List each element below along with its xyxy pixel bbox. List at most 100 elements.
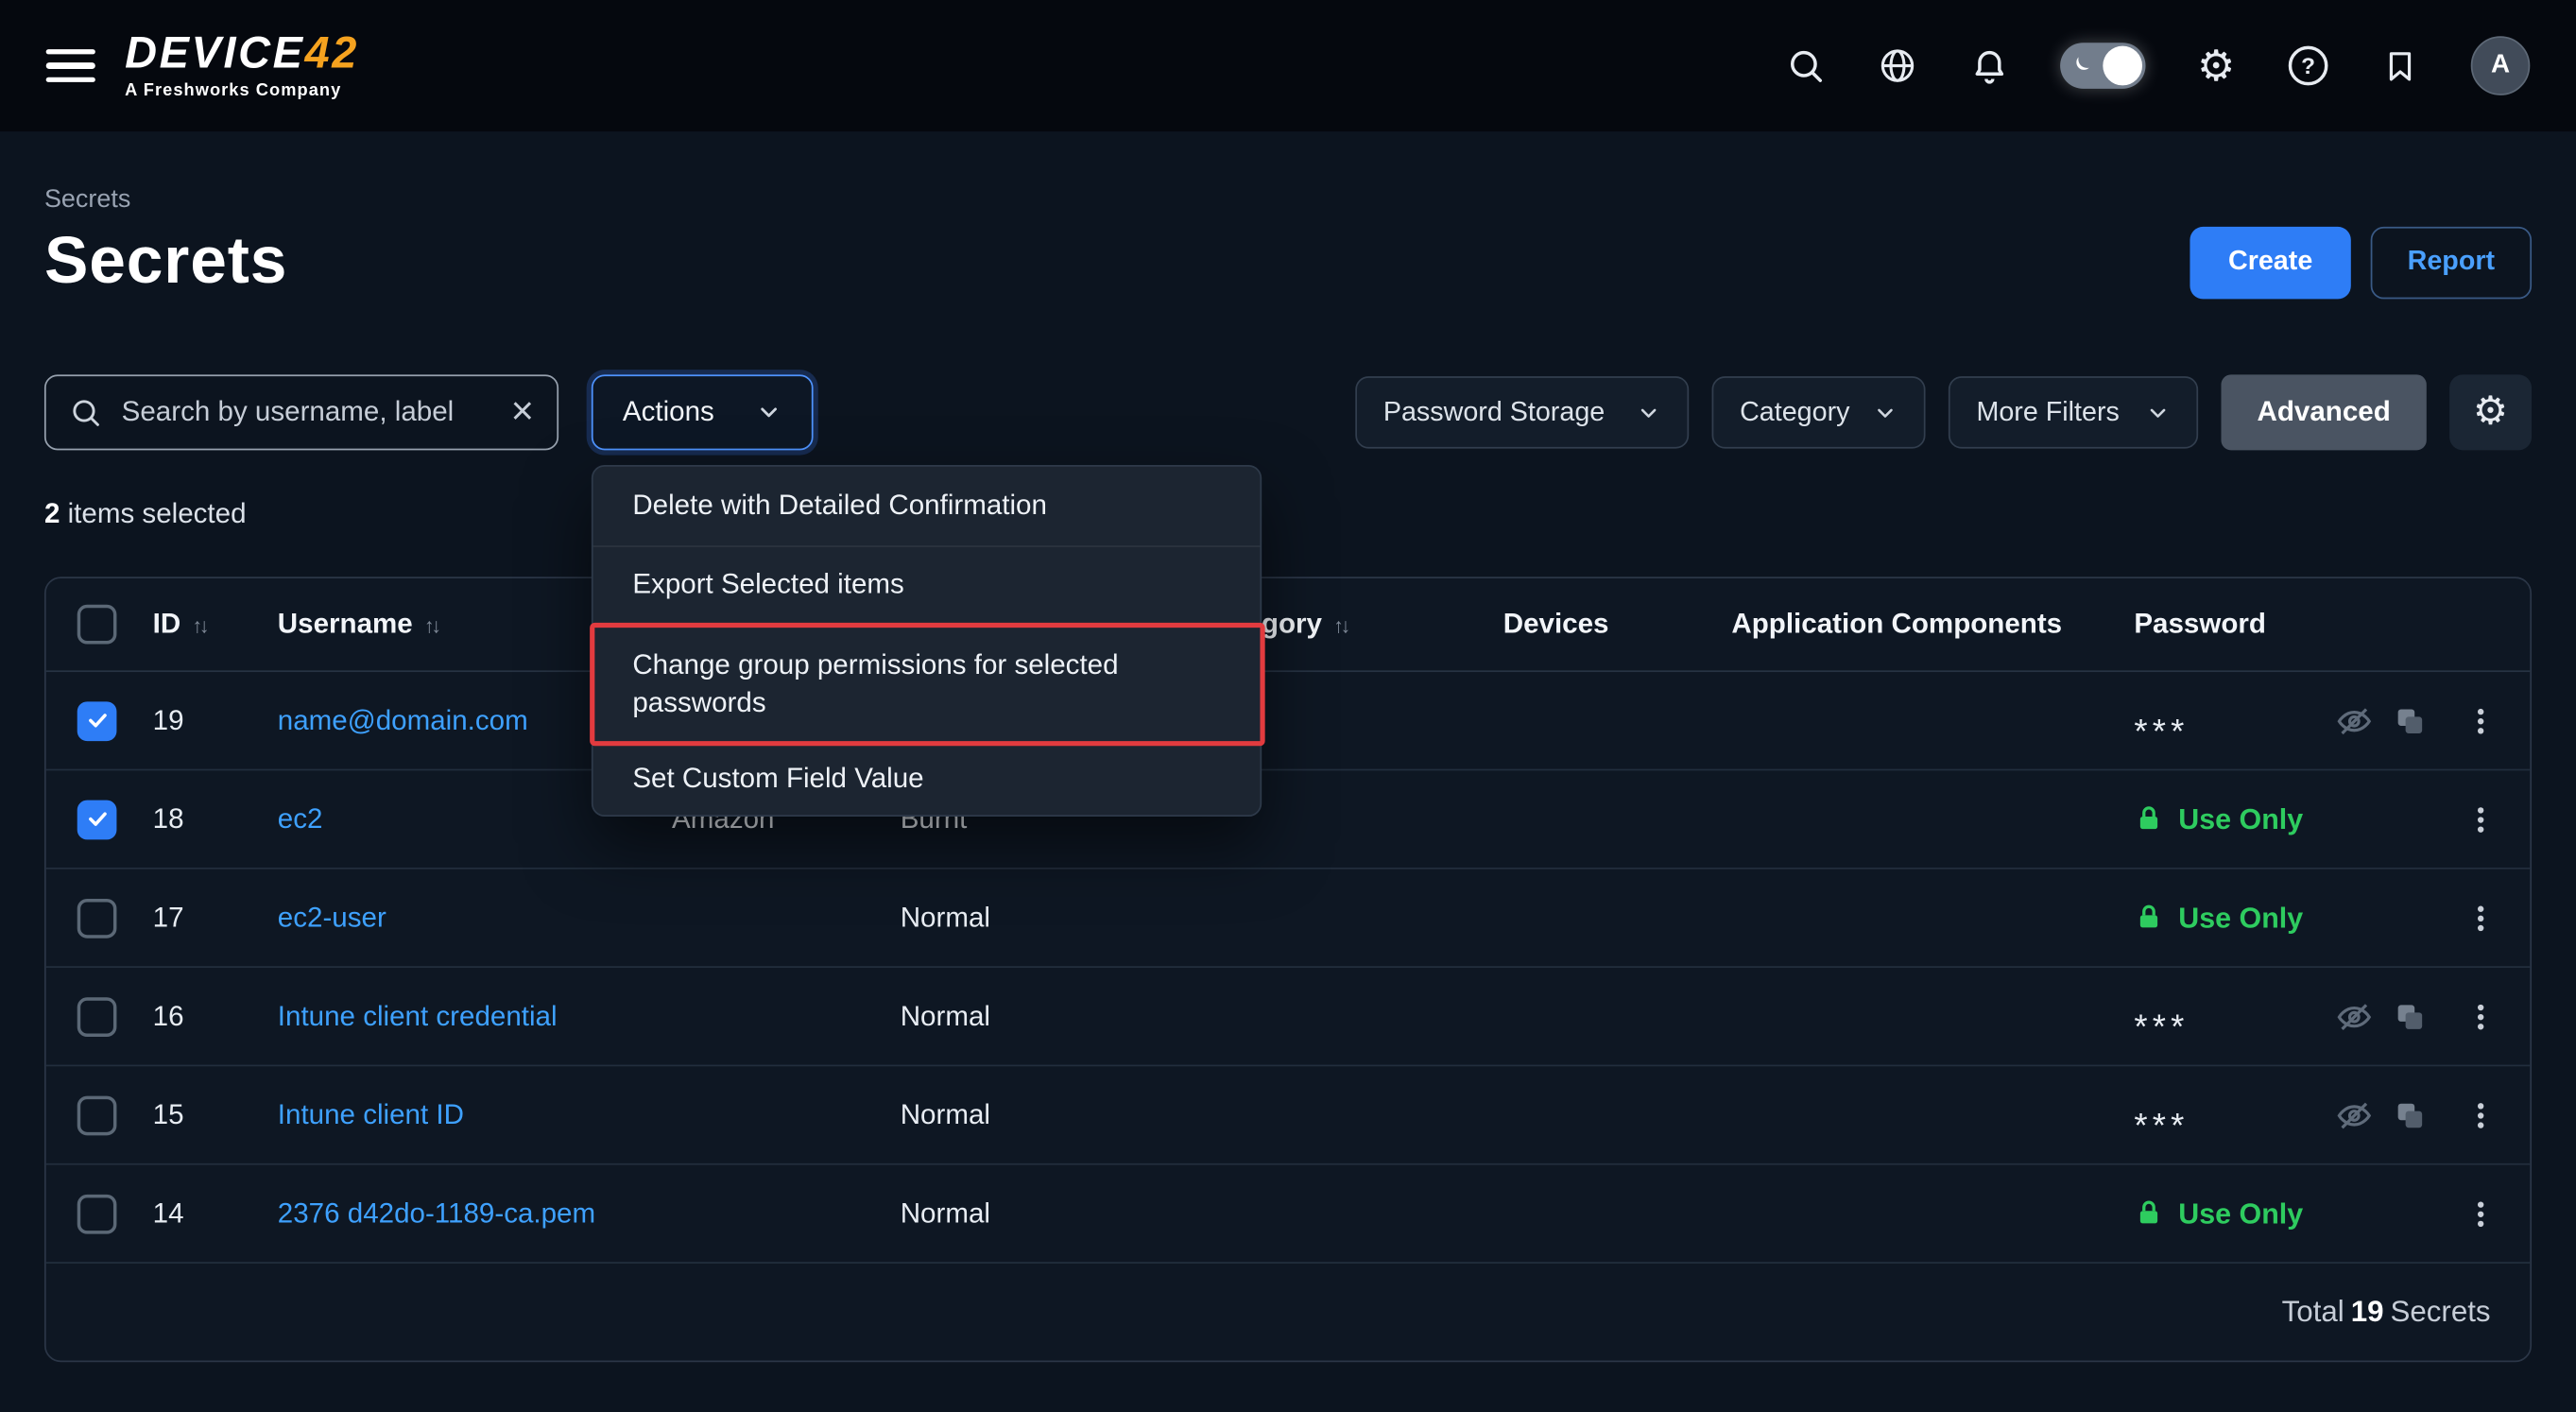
column-header-username[interactable]: Username↑↓ — [278, 608, 438, 641]
column-header-password: Password — [2134, 608, 2266, 641]
copy-icon[interactable] — [2392, 1096, 2428, 1132]
row-menu-button[interactable] — [2464, 902, 2498, 935]
sort-icon: ↑↓ — [192, 614, 206, 637]
help-icon[interactable]: ? — [2287, 44, 2329, 87]
password-storage-filter[interactable]: Password Storage — [1355, 376, 1689, 448]
search-icon[interactable] — [1784, 44, 1827, 87]
bell-icon[interactable] — [1968, 44, 2011, 87]
breadcrumb[interactable]: Secrets — [44, 185, 2532, 215]
masked-password: *** — [2134, 1008, 2189, 1048]
menu-item-delete-with-confirmation[interactable]: Delete with Detailed Confirmation — [593, 467, 1261, 545]
footer-total-count: 19 — [2351, 1294, 2384, 1329]
menu-item-change-group-permissions[interactable]: Change group permissions for selected pa… — [593, 625, 1261, 743]
menu-item-set-custom-field-value[interactable]: Set Custom Field Value — [593, 743, 1261, 815]
select-all-checkbox[interactable] — [77, 605, 117, 645]
toolbar: × Actions Password Storage Category — [44, 374, 2532, 450]
username-link[interactable]: name@domain.com — [278, 704, 528, 735]
table-settings-button[interactable]: ⚙ — [2449, 374, 2532, 450]
chevron-down-icon — [1637, 400, 1661, 424]
cell-id: 15 — [153, 1098, 184, 1131]
row-checkbox[interactable] — [77, 1194, 117, 1233]
hamburger-menu-icon[interactable] — [46, 49, 95, 83]
username-link[interactable]: ec2 — [278, 802, 323, 834]
footer-total-label: Total — [2282, 1294, 2344, 1329]
filter-group: Password Storage Category More Filters — [1355, 374, 2532, 450]
table-row: 18 ec2 Amazon Burnt Use Only — [46, 770, 2531, 869]
table-footer: Total19Secrets — [46, 1262, 2531, 1360]
actions-label: Actions — [623, 396, 714, 429]
brand-name: DEVICE — [125, 28, 304, 77]
search-icon — [69, 396, 102, 429]
table-row: 15 Intune client ID Normal *** — [46, 1066, 2531, 1164]
theme-toggle-knob — [2103, 46, 2142, 86]
actions-dropdown-button[interactable]: Actions — [592, 374, 814, 450]
theme-toggle[interactable] — [2060, 43, 2145, 89]
settings-gear-icon[interactable]: ⚙ — [2195, 44, 2238, 87]
user-avatar[interactable]: A — [2471, 36, 2531, 95]
gear-icon: ⚙ — [2473, 393, 2508, 433]
column-header-id[interactable]: ID↑↓ — [153, 608, 207, 641]
copy-icon[interactable] — [2392, 998, 2428, 1034]
row-checkbox[interactable] — [77, 898, 117, 938]
masked-password: *** — [2134, 1107, 2189, 1146]
column-header-application-components: Application Components — [1731, 608, 2062, 641]
username-link[interactable]: 2376 d42do-1189-ca.pem — [278, 1197, 595, 1229]
cell-id: 19 — [153, 704, 184, 737]
row-checkbox[interactable] — [77, 700, 117, 740]
menu-item-export-selected[interactable]: Export Selected items — [593, 545, 1261, 624]
brand-logo: DEVICE42 A Freshworks Company — [125, 31, 359, 99]
row-menu-button[interactable] — [2464, 1000, 2498, 1033]
more-filters-dropdown[interactable]: More Filters — [1949, 376, 2198, 448]
create-button[interactable]: Create — [2190, 226, 2350, 298]
username-link[interactable]: Intune client ID — [278, 1098, 464, 1129]
globe-icon[interactable] — [1876, 44, 1918, 87]
username-link[interactable]: ec2-user — [278, 902, 386, 933]
row-checkbox[interactable] — [77, 1095, 117, 1135]
title-row: Secrets Create Report — [44, 225, 2532, 299]
row-checkbox[interactable] — [77, 996, 117, 1036]
column-header-devices: Devices — [1503, 608, 1609, 641]
username-link[interactable]: Intune client credential — [278, 1000, 558, 1031]
cell-id: 18 — [153, 802, 184, 835]
cell-id: 16 — [153, 1000, 184, 1033]
table-header-row: ID↑↓ Username↑↓ Category↑↓ Devices Appli… — [46, 578, 2531, 672]
actions-dropdown-menu: Delete with Detailed Confirmation Export… — [592, 465, 1262, 817]
row-menu-button[interactable] — [2464, 1098, 2498, 1131]
page-content: Secrets Secrets Create Report × Actions — [0, 185, 2576, 1362]
moon-icon — [2070, 54, 2093, 77]
chevron-down-icon — [2146, 400, 2171, 424]
footer-total-suffix: Secrets — [2390, 1294, 2490, 1329]
cell-category: Normal — [901, 1098, 990, 1131]
brand-tagline: A Freshworks Company — [125, 82, 359, 99]
row-menu-button[interactable] — [2464, 1197, 2498, 1231]
row-menu-button[interactable] — [2464, 802, 2498, 835]
bookmark-icon[interactable] — [2379, 44, 2421, 87]
table-row: 14 2376 d42do-1189-ca.pem Normal Use Onl… — [46, 1165, 2531, 1264]
sort-icon: ↑↓ — [424, 614, 438, 637]
use-only-badge: Use Only — [2134, 1197, 2303, 1231]
category-filter[interactable]: Category — [1712, 376, 1926, 448]
category-filter-label: Category — [1740, 397, 1849, 428]
cell-category: Normal — [901, 902, 990, 935]
cell-category: Normal — [901, 1197, 990, 1231]
table-row: 17 ec2-user Normal Use Only — [46, 870, 2531, 968]
eye-off-icon[interactable] — [2336, 998, 2372, 1034]
row-menu-button[interactable] — [2464, 704, 2498, 737]
copy-icon[interactable] — [2392, 702, 2428, 738]
top-bar: DEVICE42 A Freshworks Company ⚙ ? — [0, 0, 2576, 131]
advanced-button[interactable]: Advanced — [2221, 374, 2426, 450]
sort-icon: ↑↓ — [1333, 614, 1348, 637]
eye-off-icon[interactable] — [2336, 702, 2372, 738]
search-input[interactable] — [118, 394, 494, 430]
clear-search-icon[interactable]: × — [511, 393, 534, 433]
secrets-table: ID↑↓ Username↑↓ Category↑↓ Devices Appli… — [44, 577, 2532, 1362]
cell-id: 14 — [153, 1197, 184, 1231]
top-bar-actions: ⚙ ? A — [1784, 36, 2530, 95]
eye-off-icon[interactable] — [2336, 1096, 2372, 1132]
cell-category: Normal — [901, 1000, 990, 1033]
row-checkbox[interactable] — [77, 800, 117, 839]
selection-count: 2 — [44, 498, 60, 529]
selection-status: 2 items selected — [44, 498, 2532, 531]
selection-suffix: items selected — [60, 498, 246, 529]
report-button[interactable]: Report — [2371, 226, 2532, 298]
